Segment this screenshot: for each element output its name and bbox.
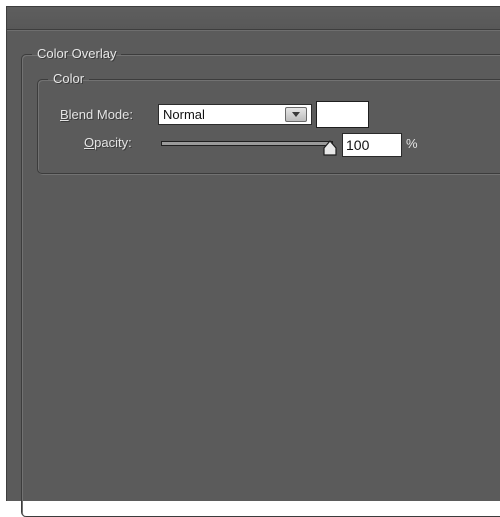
overlay-color-swatch[interactable] [316, 101, 369, 128]
opacity-label: Opacity: [84, 135, 132, 150]
color-group-title: Color [53, 71, 85, 86]
opacity-input[interactable]: 100 [342, 133, 402, 157]
blend-mode-value: Normal [163, 107, 205, 122]
color-overlay-title: Color Overlay [37, 46, 117, 61]
blend-mode-dropdown-button[interactable] [285, 107, 307, 122]
slider-thumb-icon[interactable] [322, 140, 338, 156]
chevron-down-icon [292, 112, 300, 117]
panel-titlebar [7, 7, 500, 30]
opacity-unit: % [406, 136, 418, 151]
opacity-slider[interactable] [161, 141, 333, 146]
blend-mode-label: Blend Mode: [60, 107, 133, 122]
